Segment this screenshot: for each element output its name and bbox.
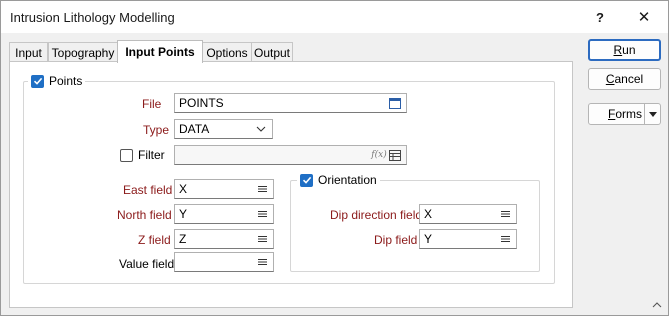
cancel-accel: C: [605, 72, 615, 86]
file-input[interactable]: POINTS: [174, 93, 407, 113]
east-field-value: X: [179, 182, 188, 196]
type-select[interactable]: DATA: [174, 119, 273, 139]
forms-dropdown-arrow-icon[interactable]: [647, 106, 659, 122]
table-icon[interactable]: [388, 148, 402, 162]
orientation-group: [290, 180, 540, 272]
orientation-group-legend: Orientation: [297, 173, 380, 187]
value-field-input[interactable]: [174, 252, 274, 272]
forms-split-divider: [644, 104, 645, 124]
list-icon[interactable]: [498, 232, 512, 246]
file-label: File: [142, 97, 162, 111]
window-title: Intrusion Lithology Modelling: [10, 10, 175, 25]
z-field-input[interactable]: Z: [174, 229, 274, 249]
type-label: Type: [143, 123, 170, 137]
cancel-button[interactable]: Cancel: [588, 68, 661, 90]
points-label: Points: [49, 74, 83, 88]
dip-field-label: Dip field: [374, 233, 418, 247]
collapse-chevron-icon[interactable]: [649, 297, 665, 313]
tab-options[interactable]: Options: [202, 42, 252, 62]
dialog-window: Intrusion Lithology Modelling ? ✕ Input …: [0, 0, 669, 316]
value-field-label: Value field: [119, 257, 175, 271]
list-icon[interactable]: [255, 207, 269, 221]
dip-direction-field-input[interactable]: X: [419, 204, 517, 224]
function-icon[interactable]: f(x): [370, 148, 388, 162]
points-group-legend: Points: [28, 74, 86, 88]
filter-input[interactable]: f(x): [174, 145, 407, 165]
run-accel: R: [613, 43, 623, 57]
title-bar: Intrusion Lithology Modelling ? ✕: [1, 1, 668, 33]
list-icon[interactable]: [255, 182, 269, 196]
check-icon: [302, 176, 311, 184]
list-icon[interactable]: [498, 207, 512, 221]
run-button[interactable]: Run: [588, 39, 661, 61]
dip-field-value: Y: [424, 232, 433, 246]
list-icon[interactable]: [255, 255, 269, 269]
z-field-label: Z field: [138, 233, 171, 247]
north-field-input[interactable]: Y: [174, 204, 274, 224]
tab-topography[interactable]: Topography: [48, 42, 118, 62]
type-value: DATA: [179, 122, 210, 136]
orientation-checkbox[interactable]: [300, 173, 313, 187]
forms-label: orms: [615, 107, 643, 121]
orientation-label: Orientation: [318, 173, 377, 187]
filter-checkbox[interactable]: [120, 148, 133, 162]
forms-accel: F: [608, 107, 616, 121]
check-icon: [33, 77, 42, 85]
file-value: POINTS: [179, 96, 224, 110]
run-label: un: [622, 43, 636, 57]
dip-direction-field-value: X: [424, 207, 433, 221]
help-button[interactable]: ?: [585, 5, 615, 29]
points-checkbox[interactable]: [31, 74, 44, 88]
chevron-down-icon: [254, 122, 268, 136]
east-field-label: East field: [123, 183, 173, 197]
dip-field-input[interactable]: Y: [419, 229, 517, 249]
east-field-input[interactable]: X: [174, 179, 274, 199]
north-field-value: Y: [179, 207, 188, 221]
cancel-label: ancel: [614, 72, 644, 86]
list-icon[interactable]: [255, 232, 269, 246]
tab-output[interactable]: Output: [251, 42, 293, 62]
tab-panel-input-points: Points File POINTS Type DATA Filter f(x): [9, 61, 573, 308]
tab-input-points[interactable]: Input Points: [117, 40, 203, 63]
filter-toggle: Filter: [120, 148, 165, 162]
filter-label: Filter: [138, 148, 165, 162]
dip-direction-field-label: Dip direction field: [330, 208, 423, 222]
north-field-label: North field: [117, 208, 172, 222]
z-field-value: Z: [179, 232, 187, 246]
file-browse-icon[interactable]: [388, 96, 402, 110]
close-button[interactable]: ✕: [629, 5, 659, 29]
tab-input[interactable]: Input: [9, 42, 48, 62]
